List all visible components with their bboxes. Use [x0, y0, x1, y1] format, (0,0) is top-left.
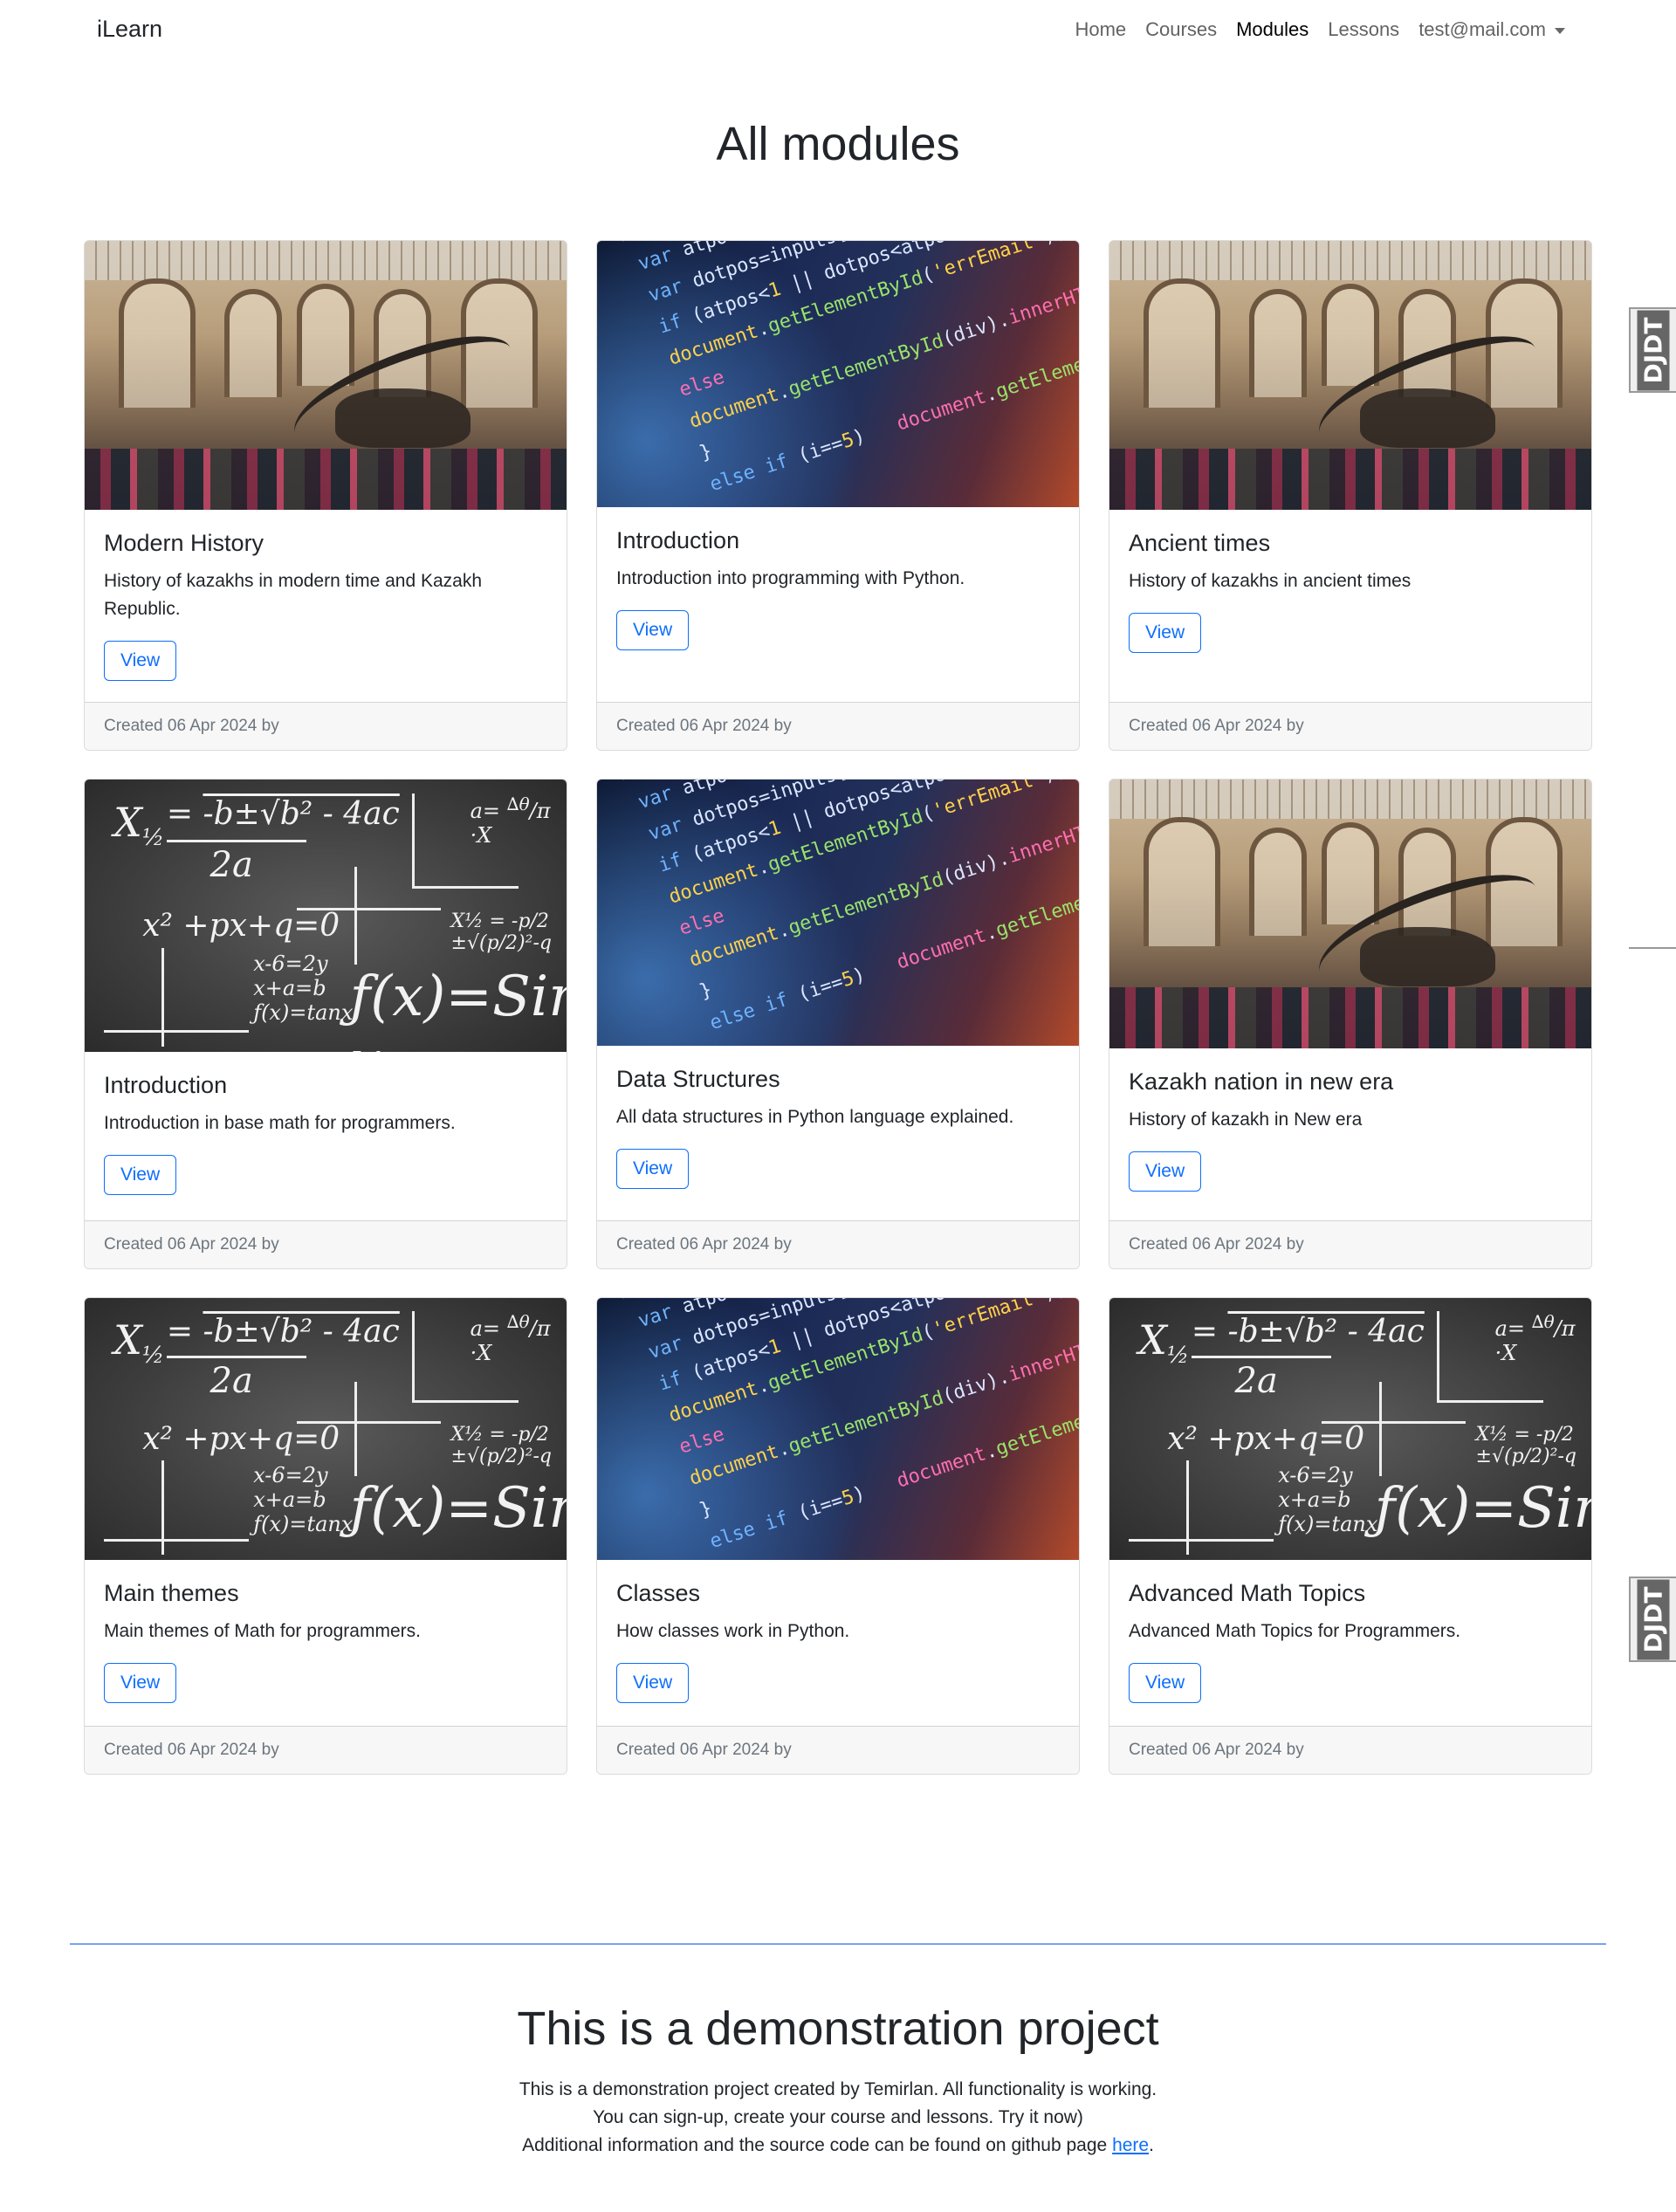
- view-button[interactable]: View: [616, 1149, 690, 1190]
- card-body: Modern History History of kazakhs in mode…: [85, 510, 567, 682]
- card-body: Introduction Introduction in base math fo…: [85, 1052, 567, 1196]
- djdt-toolbar-handle[interactable]: DJDT: [1629, 1577, 1676, 1662]
- card-body: Kazakh nation in new era History of kazak…: [1109, 1048, 1591, 1192]
- card-image: X½ = -b±√b² - 4ac 2a a= ∆θ/π ·X x² +px+q…: [1109, 1298, 1591, 1560]
- card-title: Modern History: [104, 530, 264, 556]
- view-button[interactable]: View: [104, 641, 177, 682]
- nav-link-modules[interactable]: Modules: [1236, 18, 1309, 41]
- card-description: History of kazakhs in modern time and Ka…: [104, 571, 483, 620]
- djdt-toolbar-handle[interactable]: DJDT: [1629, 307, 1676, 393]
- card-image: [85, 241, 567, 510]
- card-title: Introduction: [104, 1072, 228, 1098]
- card-body: Classes How classes work in Python. View: [597, 1560, 1079, 1704]
- card-title: Data Structures: [616, 1066, 780, 1092]
- card-body: Introduction Introduction into programmin…: [597, 507, 1079, 651]
- card-footer: Created 06 Apr 2024 by: [85, 1726, 567, 1774]
- card-description: History of kazakhs in ancient times: [1129, 571, 1412, 592]
- card-title: Main themes: [104, 1580, 239, 1606]
- brand-logo[interactable]: iLearn: [97, 16, 162, 43]
- djdt-divider: [1629, 947, 1676, 949]
- card-description: Introduction into programming with Pytho…: [616, 568, 965, 589]
- footer-line-2: You can sign-up, create your course and …: [593, 2107, 1083, 2127]
- view-button[interactable]: View: [1129, 613, 1202, 654]
- card-description: How classes work in Python.: [616, 1621, 850, 1642]
- djdt-label: DJDT: [1637, 309, 1670, 391]
- view-button[interactable]: View: [1129, 1663, 1202, 1704]
- card-description: Introduction in base math for programmer…: [104, 1113, 456, 1134]
- card-title: Kazakh nation in new era: [1129, 1068, 1394, 1095]
- footer-line-1: This is a demonstration project created …: [519, 2079, 1157, 2099]
- module-card: { divs[i] var atpos=inputs[i].indexOf("@…: [596, 1297, 1080, 1775]
- module-card: Modern History History of kazakhs in mode…: [84, 240, 567, 751]
- card-footer: Created 06 Apr 2024 by: [85, 702, 567, 750]
- view-button[interactable]: View: [616, 1663, 690, 1704]
- nav-link-courses[interactable]: Courses: [1145, 18, 1217, 41]
- module-card: X½ = -b±√b² - 4ac 2a a= ∆θ/π ·X x² +px+q…: [84, 779, 567, 1269]
- view-button[interactable]: View: [104, 1663, 177, 1704]
- footer-text: This is a demonstration project created …: [0, 2076, 1676, 2160]
- card-image: { divs[i] var atpos=inputs[i].indexOf("@…: [597, 241, 1079, 507]
- card-body: Main themes Main themes of Math for progr…: [85, 1560, 567, 1704]
- card-body: Advanced Math Topics Advanced Math Topics…: [1109, 1560, 1591, 1704]
- djdt-label: DJDT: [1637, 1578, 1670, 1660]
- card-image: X½ = -b±√b² - 4ac 2a a= ∆θ/π ·X x² +px+q…: [85, 1298, 567, 1560]
- nav-link-home[interactable]: Home: [1075, 18, 1126, 41]
- module-card: { divs[i] var atpos=inputs[i].indexOf("@…: [596, 240, 1080, 751]
- card-title: Introduction: [616, 527, 740, 553]
- card-description: Advanced Math Topics for Programmers.: [1129, 1621, 1461, 1642]
- footer-line-3: Additional information and the source co…: [522, 2135, 1154, 2155]
- card-description: History of kazakh in New era: [1129, 1109, 1363, 1130]
- card-image: [1109, 241, 1591, 510]
- module-card: { divs[i] var atpos=inputs[i].indexOf("@…: [596, 779, 1080, 1269]
- module-card: Kazakh nation in new era History of kazak…: [1109, 779, 1592, 1269]
- card-description: Main themes of Math for programmers.: [104, 1621, 421, 1642]
- card-footer: Created 06 Apr 2024 by: [1109, 1726, 1591, 1774]
- page-title: All modules: [716, 118, 960, 170]
- module-card: X½ = -b±√b² - 4ac 2a a= ∆θ/π ·X x² +px+q…: [1109, 1297, 1592, 1775]
- user-email: test@mail.com: [1418, 18, 1546, 40]
- card-footer: Created 06 Apr 2024 by: [85, 1220, 567, 1268]
- card-title: Ancient times: [1129, 530, 1271, 556]
- view-button[interactable]: View: [104, 1155, 177, 1196]
- card-description: All data structures in Python language e…: [616, 1107, 1014, 1128]
- card-body: Data Structures All data structures in Py…: [597, 1046, 1079, 1190]
- module-card: X½ = -b±√b² - 4ac 2a a= ∆θ/π ·X x² +px+q…: [84, 1297, 567, 1775]
- footer-title: This is a demonstration project: [517, 2002, 1159, 2055]
- view-button[interactable]: View: [1129, 1151, 1202, 1192]
- nav-links: Home Courses Modules Lessons test@mail.c…: [1055, 18, 1565, 41]
- card-image: X½ = -b±√b² - 4ac 2a a= ∆θ/π ·X x² +px+q…: [85, 780, 567, 1052]
- nav-link-lessons[interactable]: Lessons: [1328, 18, 1399, 41]
- card-image: [1109, 780, 1591, 1048]
- card-footer: Created 06 Apr 2024 by: [1109, 702, 1591, 750]
- card-title: Classes: [616, 1580, 701, 1606]
- card-title: Advanced Math Topics: [1129, 1580, 1366, 1606]
- footer-divider: [70, 1943, 1606, 1945]
- card-footer: Created 06 Apr 2024 by: [597, 1220, 1079, 1268]
- user-dropdown[interactable]: test@mail.com: [1418, 18, 1565, 41]
- card-footer: Created 06 Apr 2024 by: [1109, 1220, 1591, 1268]
- card-body: Ancient times History of kazakhs in ancie…: [1109, 510, 1591, 654]
- navbar: iLearn Home Courses Modules Lessons test…: [0, 0, 1676, 63]
- card-image: { divs[i] var atpos=inputs[i].indexOf("@…: [597, 780, 1079, 1046]
- card-footer: Created 06 Apr 2024 by: [597, 1726, 1079, 1774]
- card-footer: Created 06 Apr 2024 by: [597, 702, 1079, 750]
- caret-down-icon: [1555, 27, 1565, 34]
- github-link[interactable]: here: [1112, 2135, 1149, 2155]
- card-image: { divs[i] var atpos=inputs[i].indexOf("@…: [597, 1298, 1079, 1560]
- module-card: Ancient times History of kazakhs in ancie…: [1109, 240, 1592, 751]
- view-button[interactable]: View: [616, 610, 690, 651]
